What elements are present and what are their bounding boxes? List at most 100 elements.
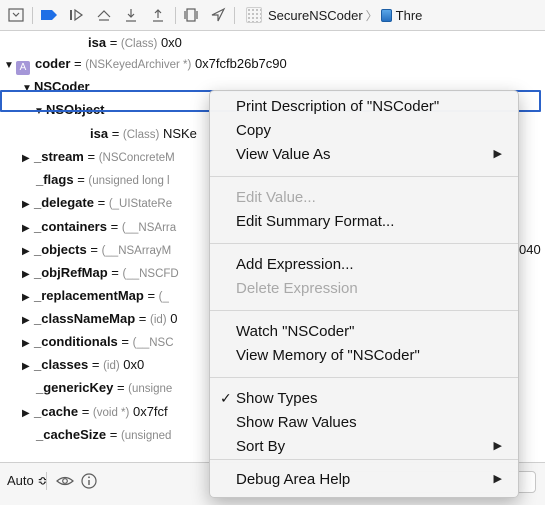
variable-name: _objRefMap: [34, 265, 108, 280]
disclosure-collapsed-icon[interactable]: ▶: [22, 217, 34, 240]
variable-name: _containers: [34, 219, 107, 234]
variable-name: isa: [88, 35, 107, 50]
menu-item-label: Debug Area Help: [236, 471, 351, 488]
continue-icon[interactable]: [66, 5, 86, 25]
variable-type: (unsigned: [120, 430, 172, 442]
variable-equals: =: [106, 427, 121, 442]
disclosure-collapsed-icon[interactable]: ▶: [22, 193, 34, 216]
disclosure-collapsed-icon[interactable]: ▶: [22, 355, 34, 378]
quick-look-eye-icon[interactable]: [56, 472, 74, 493]
menu-item-label: Edit Summary Format...: [236, 213, 395, 230]
menu-item-edit-value: Edit Value...: [210, 186, 518, 209]
trailing-value: 040: [519, 242, 541, 257]
variable-equals: =: [73, 172, 89, 187]
menu-item-show-raw-values[interactable]: Show Raw Values: [210, 411, 518, 434]
variable-name: _cache: [34, 404, 79, 419]
variable-type: (__NSArrayM: [101, 245, 172, 257]
variable-equals: =: [83, 149, 99, 164]
disclosure-collapsed-icon[interactable]: ▶: [22, 240, 34, 263]
hide-debug-area-icon[interactable]: [6, 5, 26, 25]
variable-type: (__NSArra: [121, 222, 177, 234]
variable-type: (unsigne: [128, 383, 173, 395]
variable-kind-badge: A: [16, 61, 30, 75]
variable-row[interactable]: ▼ Acoder = (NSKeyedArchiver *) 0x7fcfb26b…: [0, 52, 545, 75]
variable-name: _flags: [36, 172, 74, 187]
checkmark-icon: ✓: [220, 390, 232, 406]
variable-name: _delegate: [34, 195, 94, 210]
breakpoints-toggle-icon[interactable]: [39, 5, 59, 25]
menu-item-label: Show Raw Values: [236, 414, 357, 431]
chevron-right-icon: 〉: [365, 8, 378, 23]
disclosure-collapsed-icon[interactable]: ▶: [22, 309, 34, 332]
menu-item-label: Watch "NSCoder": [236, 323, 355, 340]
menu-item-watch-nscoder[interactable]: Watch "NSCoder": [210, 320, 518, 343]
variable-type: (_UIStateRe: [108, 198, 173, 210]
menu-item-print-description-of-nscoder[interactable]: Print Description of "NSCoder": [210, 95, 518, 118]
disclosure-expanded-icon[interactable]: ▼: [4, 54, 16, 77]
menu-separator: [210, 459, 518, 460]
variable-equals: =: [117, 334, 133, 349]
breadcrumb-item-app[interactable]: SecureNSCoder: [268, 8, 363, 23]
view-hierarchy-icon[interactable]: [181, 5, 201, 25]
menu-item-label: Delete Expression: [236, 280, 358, 297]
variable-type: (__NSC: [132, 337, 174, 349]
menu-item-add-expression[interactable]: Add Expression...: [210, 253, 518, 276]
variable-equals: =: [106, 35, 121, 50]
submenu-arrow-icon: ▶: [493, 148, 502, 160]
app-target-icon: [246, 7, 262, 23]
disclosure-collapsed-icon[interactable]: ▶: [22, 147, 34, 170]
menu-item-label: View Memory of "NSCoder": [236, 347, 420, 364]
menu-separator: [210, 310, 518, 311]
step-into-icon[interactable]: [121, 5, 141, 25]
menu-item-label: Edit Value...: [236, 189, 316, 206]
menu-item-copy[interactable]: Copy: [210, 119, 518, 142]
variable-equals: =: [88, 357, 104, 372]
disclosure-collapsed-icon[interactable]: ▶: [22, 286, 34, 309]
variable-name: coder: [35, 56, 71, 71]
variable-equals: =: [78, 404, 93, 419]
variable-name: _objects: [34, 242, 87, 257]
variable-name: _classNameMap: [34, 311, 136, 326]
variable-value: NSKe: [159, 126, 197, 141]
variable-equals: =: [143, 288, 159, 303]
variable-name: _replacementMap: [34, 288, 144, 303]
menu-item-sort-by[interactable]: Sort By ▶: [210, 435, 518, 458]
disclosure-collapsed-icon[interactable]: ▶: [22, 402, 34, 425]
menu-item-label: View Value As: [236, 146, 331, 163]
variable-equals: =: [93, 195, 109, 210]
variable-name: isa: [90, 126, 109, 141]
variable-equals: =: [70, 56, 86, 71]
menu-item-edit-summary-format[interactable]: Edit Summary Format...: [210, 210, 518, 233]
variable-type: (_: [158, 291, 169, 303]
variable-equals: =: [135, 311, 150, 326]
variable-type: (__NSCFD: [122, 268, 179, 280]
menu-item-label: Copy: [236, 122, 272, 139]
simulate-location-icon[interactable]: [208, 5, 228, 25]
variable-value: 0x0: [157, 35, 182, 50]
variable-equals: =: [113, 380, 129, 395]
menu-item-label: Show Types: [236, 390, 318, 407]
menu-item-show-types[interactable]: ✓ Show Types: [210, 387, 518, 410]
variable-name: _stream: [34, 149, 84, 164]
variable-row[interactable]: isa = (Class) 0x0: [0, 31, 545, 54]
scope-selector[interactable]: Auto ≎: [7, 473, 48, 489]
variable-type: (NSKeyedArchiver *): [85, 59, 192, 71]
variable-type: (Class): [122, 129, 160, 141]
variable-equals: =: [108, 126, 123, 141]
disclosure-collapsed-icon[interactable]: ▶: [22, 332, 34, 355]
variable-type: (void *): [92, 407, 130, 419]
menu-item-debug-area-help[interactable]: Debug Area Help ▶: [210, 468, 518, 491]
disclosure-collapsed-icon[interactable]: ▶: [22, 263, 34, 286]
menu-item-label: Sort By: [236, 438, 286, 455]
menu-item-view-value-as[interactable]: View Value As ▶: [210, 143, 518, 166]
info-icon[interactable]: [80, 472, 98, 493]
menu-item-view-memory-of-nscoder[interactable]: View Memory of "NSCoder": [210, 344, 518, 367]
menu-item-label: Add Expression...: [236, 256, 354, 273]
breadcrumb: SecureNSCoder 〉 Thre: [246, 6, 422, 24]
step-over-icon[interactable]: [94, 5, 114, 25]
variable-equals: =: [107, 265, 123, 280]
variable-value: 0x0: [119, 357, 145, 372]
breadcrumb-item-thread[interactable]: Thre: [396, 8, 423, 23]
step-out-icon[interactable]: [148, 5, 168, 25]
variable-type: (id): [150, 314, 167, 326]
